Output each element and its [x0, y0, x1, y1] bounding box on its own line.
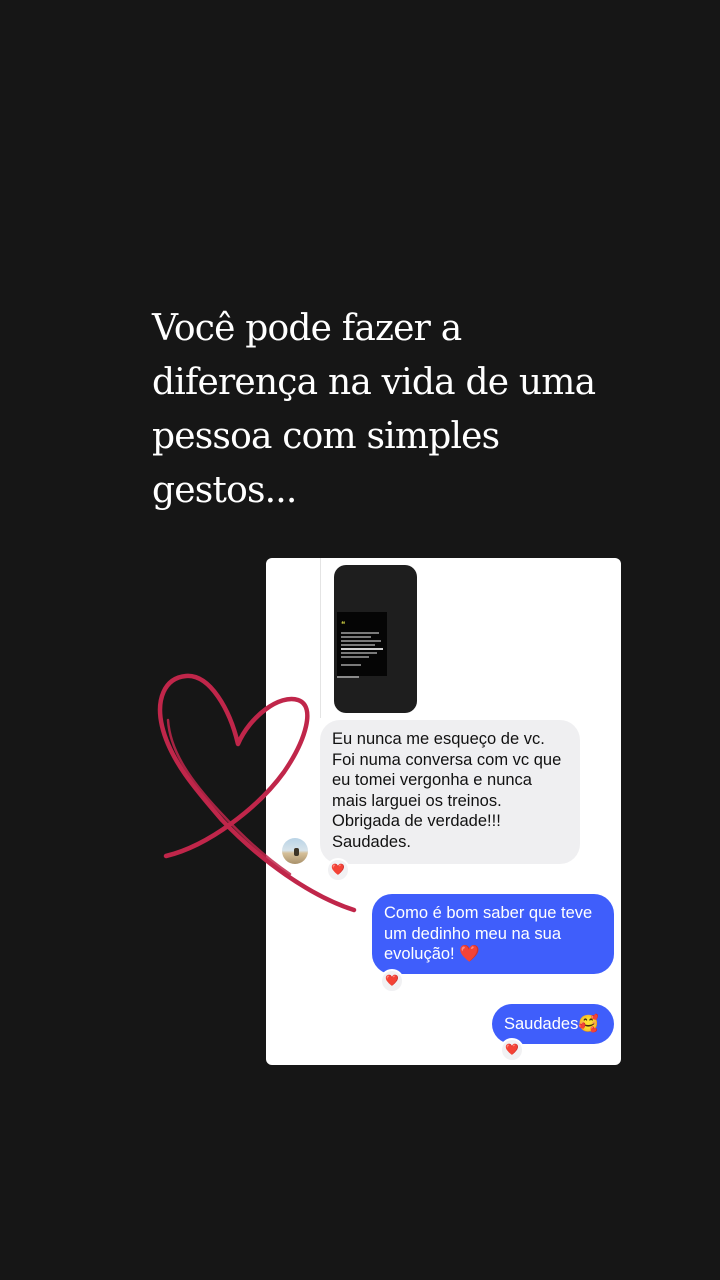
story-text-line: [341, 644, 375, 646]
received-message[interactable]: Eu nunca me esqueço de vc. Foi numa conv…: [320, 720, 580, 864]
heart-reaction-icon[interactable]: ❤️: [500, 1038, 524, 1062]
avatar-figure: [294, 848, 299, 856]
story-text-line: [341, 664, 361, 666]
reply-thread-line: [320, 558, 321, 718]
story-text-line: [341, 652, 377, 654]
heart-reaction-icon[interactable]: ❤️: [326, 858, 350, 882]
story-text-line: [341, 640, 381, 642]
shared-story-thumbnail[interactable]: ❝: [334, 565, 417, 713]
sent-message[interactable]: Como é bom saber que teve um dedinho meu…: [372, 894, 614, 974]
story-caption-line: [337, 676, 359, 678]
story-text-line: [341, 656, 369, 658]
avatar[interactable]: [282, 838, 308, 864]
quote-icon: ❝: [341, 620, 346, 629]
chat-screenshot: ❝ Eu nunca me esqueço de vc. Foi numa co…: [266, 558, 621, 1065]
story-preview: ❝: [337, 612, 387, 676]
story-text-line: [341, 632, 379, 634]
story-caption: Você pode fazer a diferença na vida de u…: [152, 308, 596, 511]
heart-reaction-icon[interactable]: ❤️: [380, 969, 404, 993]
story-text-line: [341, 636, 371, 638]
story-text-line: [341, 648, 383, 650]
